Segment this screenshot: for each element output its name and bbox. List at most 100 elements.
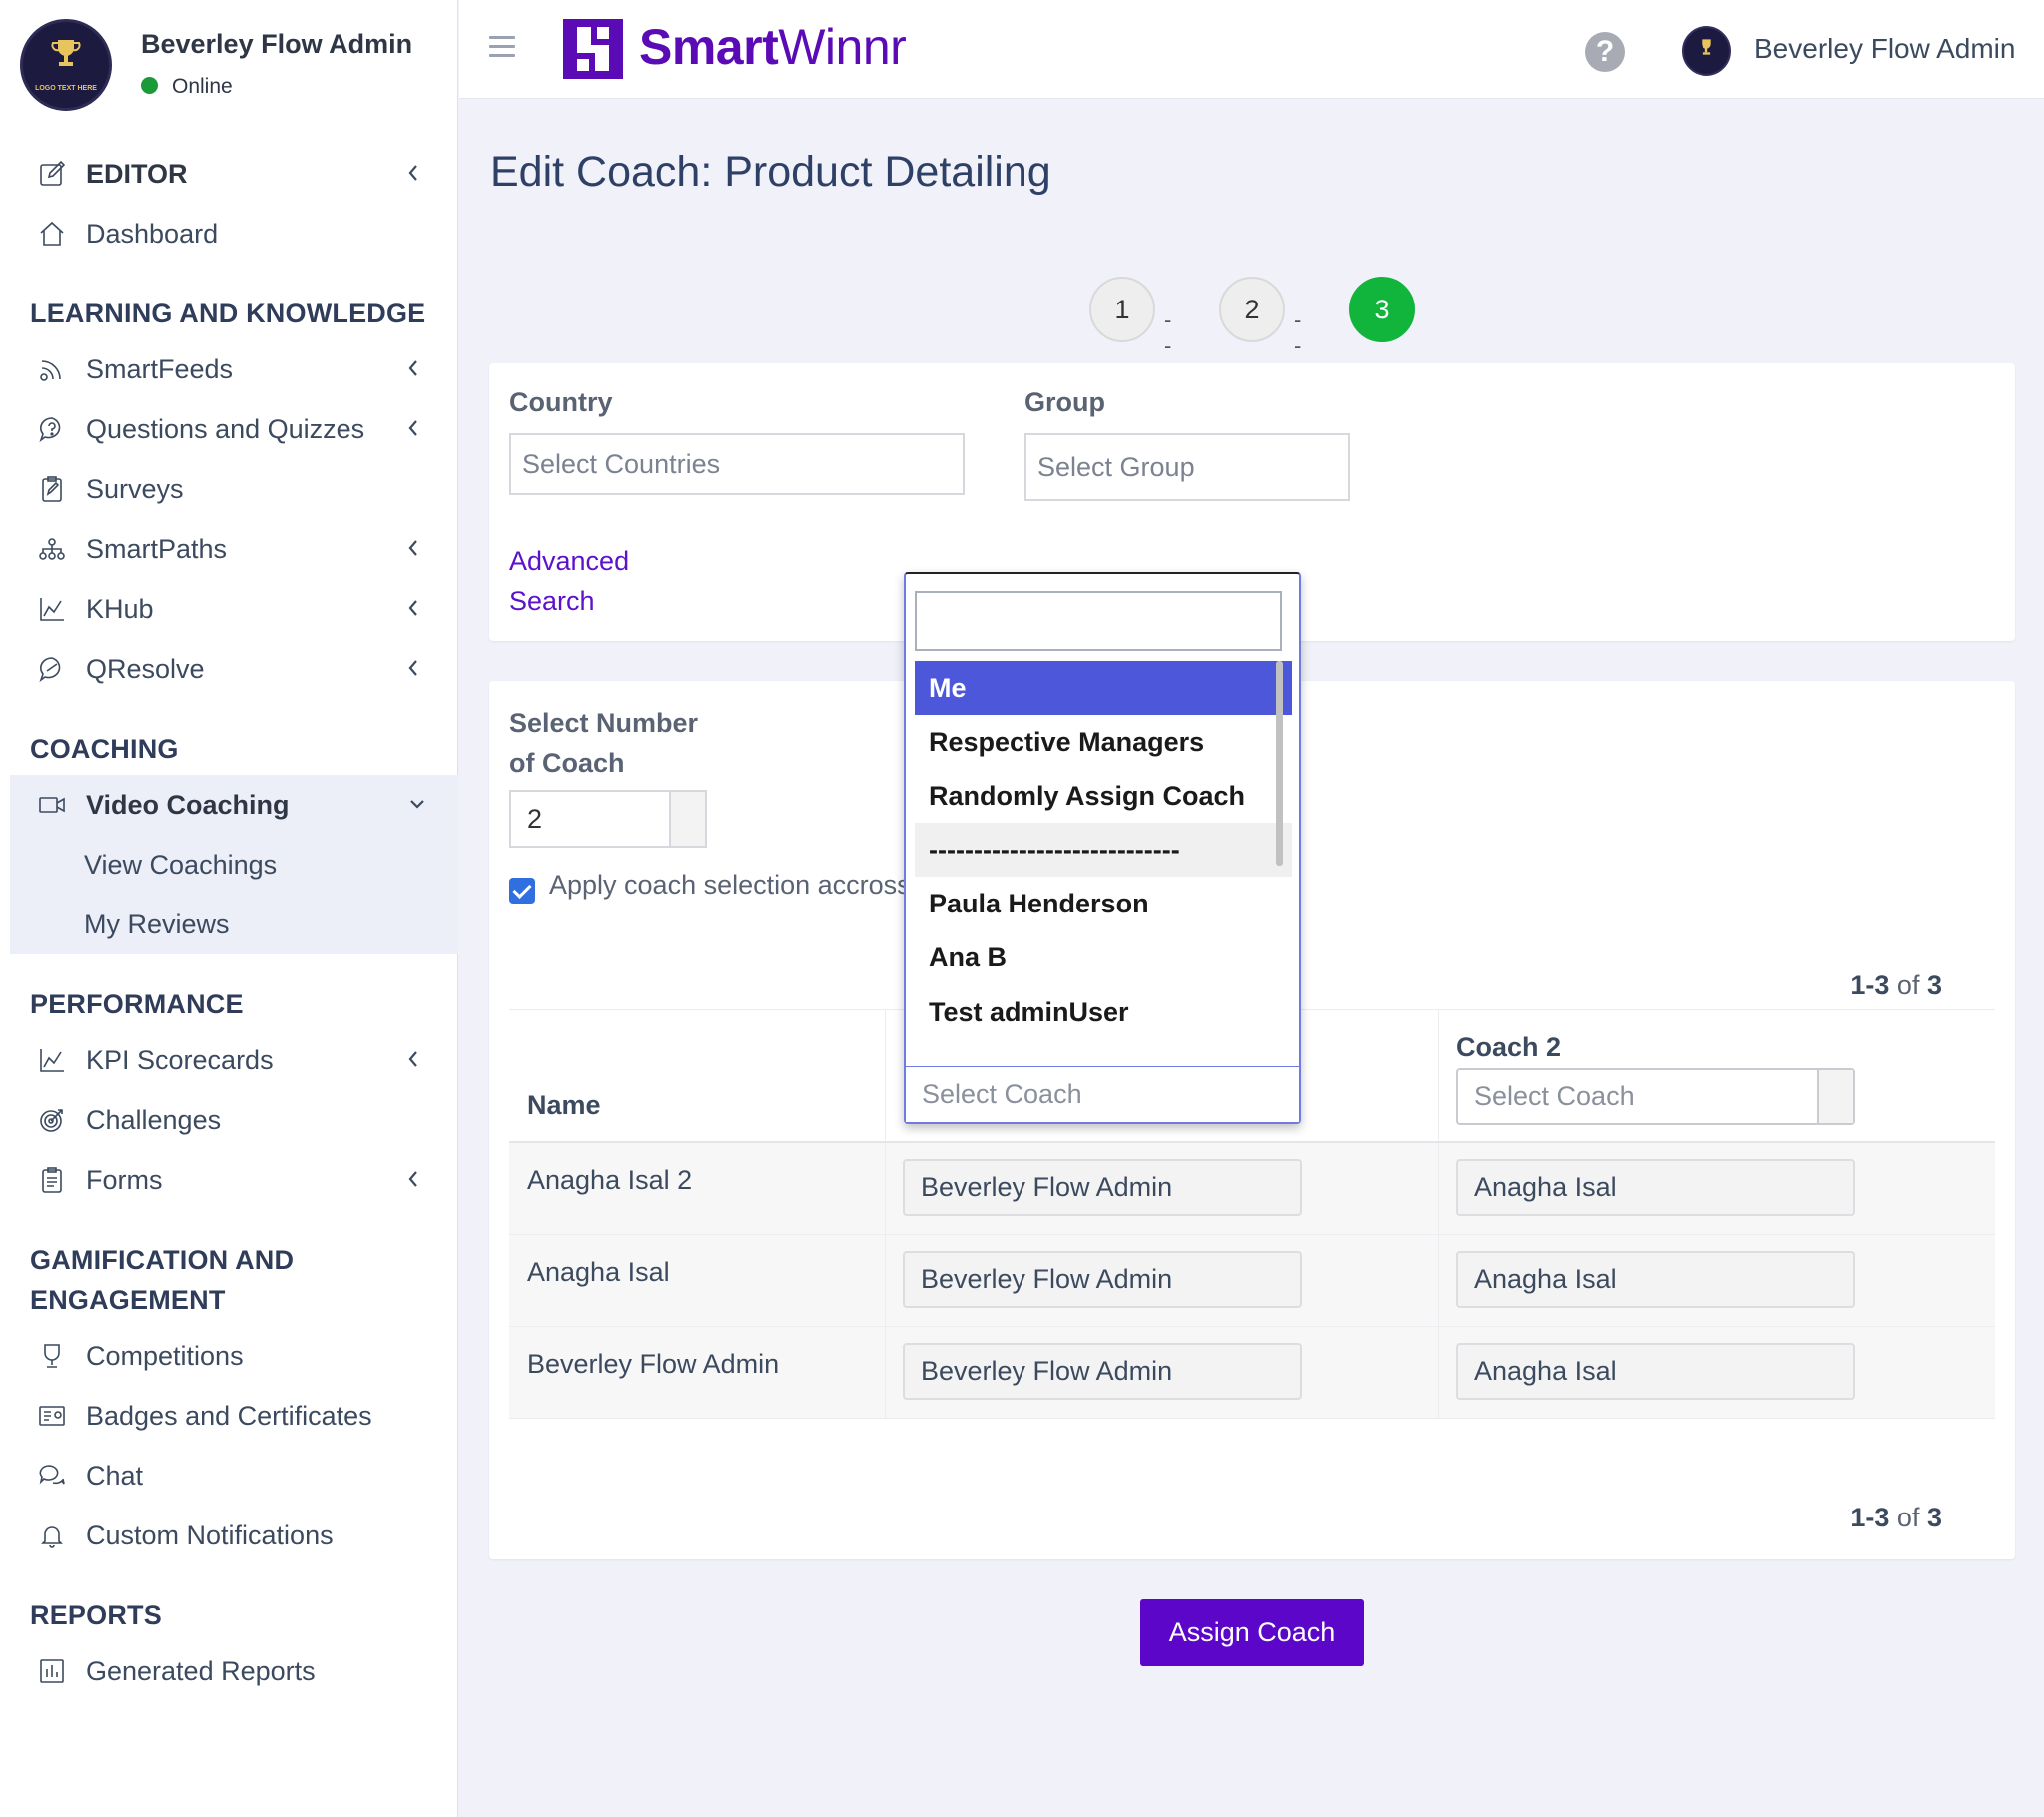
- section-coaching: COACHING: [30, 734, 179, 764]
- coach1-select[interactable]: Beverley Flow Admin: [903, 1343, 1302, 1400]
- brand-name: SmartWinnr: [639, 18, 907, 76]
- table-row: Anagha Isal 2 Beverley Flow Admin Anagha…: [509, 1143, 1995, 1235]
- section-performance: PERFORMANCE: [30, 989, 244, 1019]
- sidebar-item-forms[interactable]: Forms: [10, 1150, 458, 1210]
- sidebar-item-khub[interactable]: KHub: [10, 579, 458, 639]
- sidebar-item-questions[interactable]: Questions and Quizzes: [10, 399, 458, 459]
- country-select[interactable]: Select Countries: [509, 433, 965, 495]
- apply-all-label: Apply coach selection accross all rows: [549, 870, 909, 900]
- dropdown-option[interactable]: Respective Managers: [915, 715, 1292, 769]
- advanced-search-link[interactable]: Advanced Search: [509, 541, 629, 621]
- bar-chart-icon: [36, 1655, 68, 1687]
- coach2-bulk-select[interactable]: Select Coach: [1456, 1068, 1855, 1125]
- sidebar-item-generated-reports[interactable]: Generated Reports: [10, 1641, 458, 1701]
- number-of-coach-value: 2: [527, 803, 543, 834]
- coach2-select[interactable]: Anagha Isal: [1456, 1251, 1855, 1308]
- avatar[interactable]: LOGO TEXT HERE: [20, 19, 112, 111]
- chat-icon: [36, 1460, 68, 1492]
- hamburger-menu-icon[interactable]: [489, 36, 515, 58]
- dropdown-option[interactable]: Randomly Assign Coach: [915, 769, 1292, 823]
- coach1-bulk-select[interactable]: Select Coach: [906, 1066, 1299, 1122]
- group-label: Group: [1024, 387, 1105, 417]
- group-select[interactable]: Select Group: [1024, 433, 1350, 501]
- number-of-coach-label: Select Number of Coach: [509, 703, 698, 783]
- feed-icon: [36, 353, 68, 385]
- sidebar-item-kpi-scorecards[interactable]: KPI Scorecards: [10, 1030, 458, 1090]
- chevron-left-icon: [408, 540, 417, 556]
- user-status: Online: [141, 75, 233, 99]
- smartwinnr-logo-icon[interactable]: [563, 19, 623, 79]
- line-chart-icon: [36, 1044, 68, 1076]
- brand-name-bold: Smart: [639, 19, 779, 75]
- number-label-line2: of Coach: [509, 748, 625, 778]
- sidebar-item-smartpaths[interactable]: SmartPaths: [10, 519, 458, 579]
- sidebar-item-label: Badges and Certificates: [86, 1400, 372, 1431]
- edit-icon: [36, 158, 68, 190]
- top-user-name[interactable]: Beverley Flow Admin: [1754, 33, 2015, 65]
- topbar: SmartWinnr ? Beverley Flow Admin: [459, 0, 2044, 99]
- number-spinner[interactable]: [669, 792, 705, 846]
- sidebar-item-label: EDITOR: [86, 158, 188, 189]
- step-1[interactable]: 1: [1089, 277, 1155, 342]
- online-dot-icon: [141, 77, 158, 94]
- help-icon[interactable]: ?: [1585, 32, 1625, 72]
- name-column-header: Name: [527, 1090, 601, 1120]
- hierarchy-icon: [36, 533, 68, 565]
- sidebar-item-qresolve[interactable]: QResolve: [10, 639, 458, 699]
- step-3[interactable]: 3: [1349, 277, 1415, 342]
- sidebar-item-smartfeeds[interactable]: SmartFeeds: [10, 339, 458, 399]
- sidebar-item-custom-notifications[interactable]: Custom Notifications: [10, 1506, 458, 1565]
- coach2-column-header: Coach 2: [1456, 1032, 1562, 1062]
- number-of-coach-input[interactable]: 2: [509, 790, 707, 848]
- dropdown-option[interactable]: Test adminUser adminUser: [915, 984, 1214, 1040]
- chevron-left-icon: [408, 360, 417, 376]
- clipboard-icon: [36, 473, 68, 505]
- sidebar-item-my-reviews[interactable]: My Reviews: [10, 895, 458, 954]
- row-name: Anagha Isal: [527, 1257, 670, 1287]
- sidebar-item-chat[interactable]: Chat: [10, 1446, 458, 1506]
- dropdown-scrollbar[interactable]: [1276, 661, 1283, 866]
- coach1-select[interactable]: Beverley Flow Admin: [903, 1251, 1302, 1308]
- pagination-total: 3: [1926, 970, 1942, 1000]
- section-gamification: GAMIFICATION AND ENGAGEMENT: [10, 1240, 458, 1320]
- bell-icon: [36, 1519, 68, 1551]
- sidebar-item-challenges[interactable]: Challenges: [10, 1090, 458, 1150]
- country-label: Country: [509, 387, 613, 417]
- sidebar-item-label: KHub: [86, 593, 154, 624]
- dropdown-option[interactable]: Ana B: [915, 930, 1292, 984]
- sidebar-item-label: My Reviews: [84, 908, 230, 939]
- number-label-line1: Select Number: [509, 708, 699, 738]
- assign-coach-button[interactable]: Assign Coach: [1140, 1599, 1364, 1666]
- sidebar-item-editor[interactable]: EDITOR: [10, 144, 458, 204]
- sidebar-item-view-coachings[interactable]: View Coachings: [10, 835, 458, 895]
- top-avatar[interactable]: [1682, 26, 1731, 76]
- coach2-select[interactable]: Anagha Isal: [1456, 1159, 1855, 1216]
- pagination-range: 1-3: [1850, 1503, 1890, 1532]
- dropdown-separator: ----------------------------: [915, 823, 1292, 877]
- table-row: Beverley Flow Admin Beverley Flow Admin …: [509, 1327, 1995, 1419]
- dropdown-option[interactable]: Me: [915, 661, 1292, 715]
- dropdown-option[interactable]: Paula Henderson: [915, 877, 1292, 930]
- coach1-select[interactable]: Beverley Flow Admin: [903, 1159, 1302, 1216]
- section-gamification-line2: ENGAGEMENT: [30, 1285, 226, 1315]
- coach2-select[interactable]: Anagha Isal: [1456, 1343, 1855, 1400]
- chevron-left-icon: [408, 165, 417, 181]
- sidebar-menu: EDITOR Dashboard LEARNING AND KNOWLEDGE …: [10, 144, 458, 1701]
- sidebar-item-dashboard[interactable]: Dashboard: [10, 204, 458, 264]
- sidebar: LOGO TEXT HERE Beverley Flow Admin Onlin…: [0, 0, 458, 1817]
- dropdown-search-input[interactable]: [915, 591, 1282, 651]
- target-icon: [36, 1104, 68, 1136]
- chevron-left-icon: [408, 420, 417, 436]
- sidebar-item-surveys[interactable]: Surveys: [10, 459, 458, 519]
- sidebar-item-label: Chat: [86, 1460, 144, 1491]
- row-name: Anagha Isal 2: [527, 1165, 693, 1195]
- coach2-bulk-placeholder: Select Coach: [1474, 1081, 1635, 1111]
- apply-all-checkbox[interactable]: [509, 878, 535, 904]
- form-icon: [36, 1164, 68, 1196]
- step-2[interactable]: 2: [1219, 277, 1285, 342]
- sidebar-item-label: Dashboard: [86, 218, 219, 249]
- sidebar-item-video-coaching[interactable]: Video Coaching: [10, 775, 458, 835]
- sidebar-item-label: Competitions: [86, 1340, 244, 1371]
- sidebar-item-competitions[interactable]: Competitions: [10, 1326, 458, 1386]
- sidebar-item-badges[interactable]: Badges and Certificates: [10, 1386, 458, 1446]
